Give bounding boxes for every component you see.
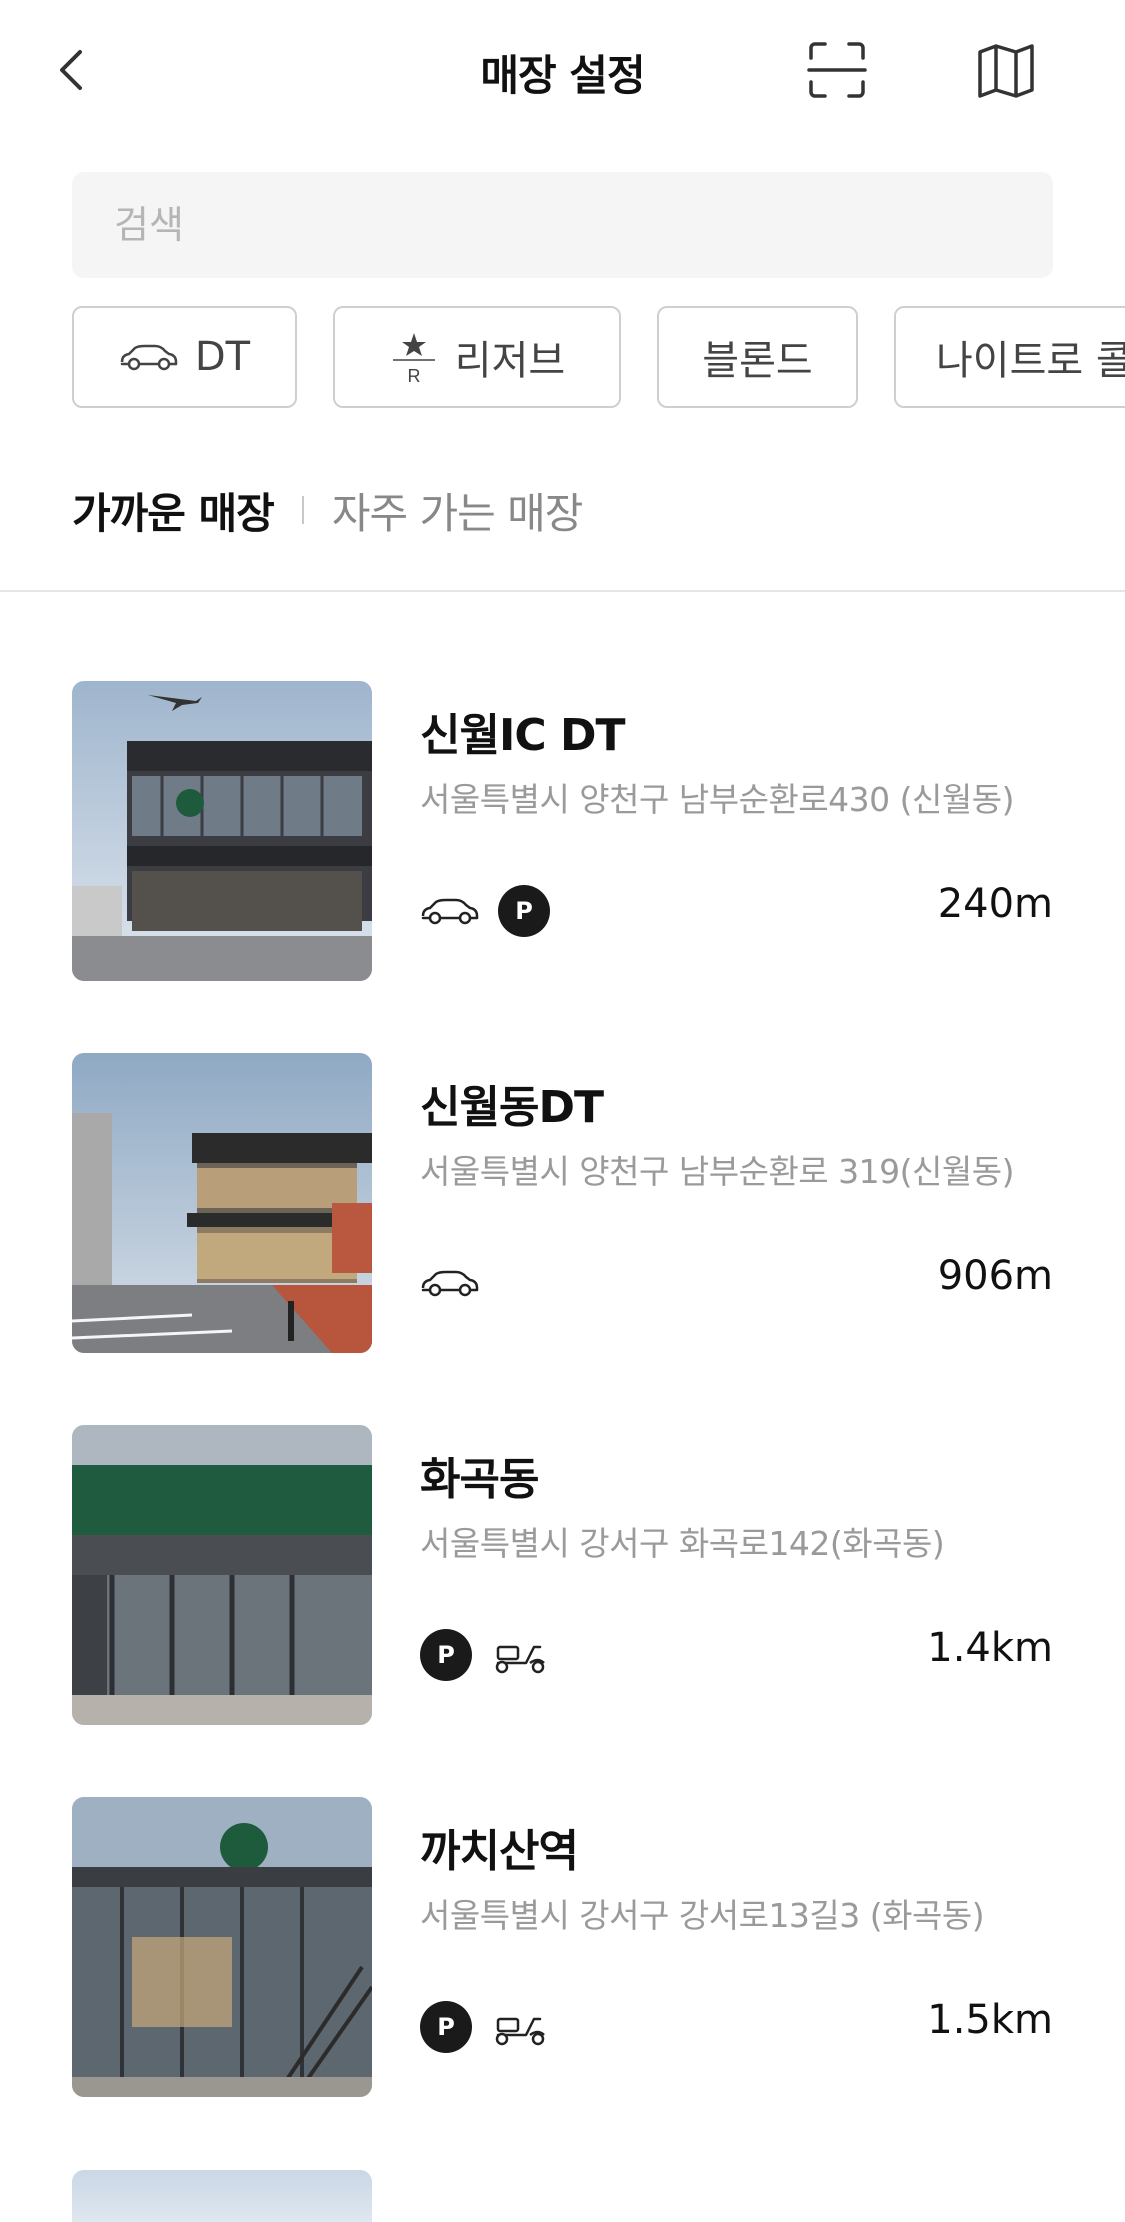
store-photo-partial (72, 2170, 372, 2222)
store-photo (72, 1797, 372, 2097)
store-distance: 906m (937, 1253, 1053, 1299)
store-name: 화곡동 (420, 1454, 539, 1505)
store-name: 신월IC DT (420, 710, 625, 761)
store-distance: 240m (937, 881, 1053, 927)
map-button[interactable] (974, 38, 1038, 102)
store-name: 까치산역 (420, 1826, 579, 1877)
store-address: 서울특별시 양천구 남부순환로 319(신월동) (420, 1152, 1014, 1191)
car-icon (421, 898, 479, 925)
filter-chip-nitro[interactable]: 나이트로 콜 (894, 306, 1125, 408)
store-name: 신월동DT (420, 1082, 604, 1133)
delivery-scooter-icon (495, 1645, 545, 1674)
filter-chip-label: 블론드 (702, 338, 813, 384)
store-tabs: 가까운 매장 자주 가는 매장 (72, 480, 584, 541)
parking-icon: P (420, 1629, 472, 1681)
car-icon (421, 1270, 479, 1297)
filter-chip-reserve[interactable]: R 리저브 (333, 306, 621, 408)
tab-frequent[interactable]: 자주 가는 매장 (332, 480, 584, 541)
scan-button[interactable] (805, 38, 869, 102)
delivery-scooter-icon (495, 2017, 545, 2046)
store-item[interactable]: 까치산역 서울특별시 강서구 강서로13길3 (화곡동) P 1.5km (72, 1797, 1053, 2097)
filter-chip-dt[interactable]: DT (72, 306, 297, 408)
filter-chip-blonde[interactable]: 블론드 (657, 306, 858, 408)
filter-chip-label: 리저브 (454, 338, 566, 384)
map-icon (978, 44, 1034, 98)
header: 매장 설정 (0, 0, 1125, 140)
store-address: 서울특별시 강서구 화곡로142(화곡동) (420, 1524, 945, 1563)
store-photo (72, 681, 372, 981)
store-feature-icons: P (420, 883, 568, 939)
store-photo (72, 1053, 372, 1353)
svg-text:R: R (407, 366, 420, 386)
filter-chips: DT R 리저브 블론드 나이트로 콜 (72, 306, 1125, 408)
store-address: 서울특별시 양천구 남부순환로430 (신월동) (420, 780, 1014, 819)
search-input[interactable] (72, 172, 1053, 278)
store-item[interactable]: 화곡동 서울특별시 강서구 화곡로142(화곡동) P 1.4km (72, 1425, 1053, 1725)
store-photo (72, 1425, 372, 1725)
store-item[interactable]: 신월IC DT 서울특별시 양천구 남부순환로430 (신월동) P 240m (72, 681, 1053, 981)
store-item[interactable]: 신월동DT 서울특별시 양천구 남부순환로 319(신월동) 906m (72, 1053, 1053, 1353)
parking-icon: P (420, 2001, 472, 2053)
store-feature-icons: P (420, 1627, 568, 1683)
store-feature-icons: P (420, 1999, 568, 2055)
filter-chip-label: DT (194, 334, 251, 380)
divider (0, 590, 1125, 592)
scan-icon (807, 42, 867, 98)
car-icon (120, 344, 178, 371)
page-title: 매장 설정 (480, 51, 645, 100)
tab-separator (301, 496, 304, 524)
store-feature-icons (420, 1255, 498, 1311)
tab-nearby[interactable]: 가까운 매장 (72, 480, 275, 541)
store-distance: 1.4km (927, 1625, 1053, 1671)
parking-icon: P (498, 885, 550, 937)
filter-chip-label: 나이트로 콜 (936, 338, 1125, 384)
reserve-star-icon: R (392, 333, 435, 386)
store-distance: 1.5km (927, 1997, 1053, 2043)
store-address: 서울특별시 강서구 강서로13길3 (화곡동) (420, 1896, 985, 1935)
